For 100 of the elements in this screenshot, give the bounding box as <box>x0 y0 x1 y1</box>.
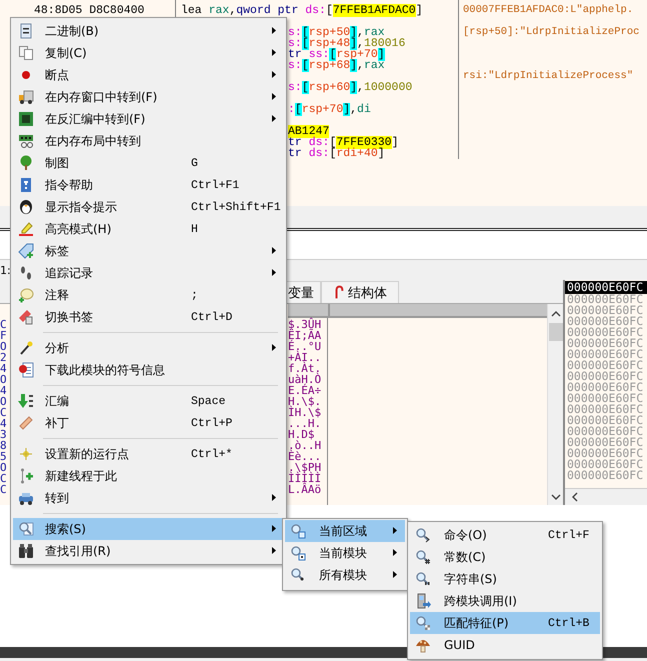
ascii-text: L.ÂAö <box>288 484 322 495</box>
download-arrow-icon <box>18 393 34 409</box>
instruction-text: tr ss:[rsp+70] <box>288 48 385 61</box>
menu-item[interactable]: 制图 G <box>13 152 284 174</box>
hex-text: F <box>0 330 8 341</box>
ascii-text: É..°U <box>288 341 322 352</box>
menu-item[interactable]: 所有模块 <box>285 564 405 586</box>
instruction-text: s:[rsp+68],rax <box>288 59 385 72</box>
menu-item[interactable]: 当前区域 <box>285 520 405 542</box>
copy-icon <box>18 45 34 61</box>
ascii-text: ...H. <box>288 418 322 429</box>
bandage-icon <box>18 415 34 431</box>
menu-item[interactable]: 二进制(B) <box>13 20 284 42</box>
menu-item[interactable]: 追踪记录 <box>13 262 284 284</box>
menu-item[interactable]: 分析 <box>13 337 284 359</box>
menu-item[interactable]: 常数(C) <box>410 546 600 568</box>
hex-text: 8 <box>0 440 8 451</box>
binary-file-icon <box>18 23 34 39</box>
search-icon <box>415 615 431 631</box>
instruction-text: s:[rsp+60],1000000 <box>288 81 412 94</box>
menu-item[interactable]: 命令(O) Ctrl+F <box>410 524 600 546</box>
menu-item[interactable]: GUID <box>410 634 600 656</box>
ascii-text: H.D$ <box>288 429 314 440</box>
menu-item[interactable]: 显示指令提示 Ctrl+Shift+F1 <box>13 196 284 218</box>
hex-text: O <box>0 374 8 385</box>
ascii-text: uàH.Ò <box>288 374 322 385</box>
instruction-text: tr ds:[7FFE0330] <box>288 136 398 149</box>
hex-text: 3 <box>0 429 8 440</box>
pin-plus-icon <box>18 468 34 484</box>
speech-bubble-icon <box>18 287 34 303</box>
menu-item[interactable]: 补丁 Ctrl+P <box>13 412 284 434</box>
footprints-icon <box>18 265 34 281</box>
tab[interactable]: 结构体 <box>321 281 399 303</box>
hex-text: 4 <box>0 418 8 429</box>
byte-codes: 48:8D05 D8C80400 <box>34 4 144 17</box>
bookmark-icon <box>18 309 34 325</box>
ascii-text: f.Àt. <box>288 363 322 374</box>
memory-module-icon <box>18 133 34 149</box>
menu-item[interactable]: 在反汇编中转到(F) <box>13 108 284 130</box>
scrollbar-thumb[interactable] <box>548 323 562 341</box>
hex-text: O <box>0 462 8 473</box>
menu-item[interactable]: 新建线程于此 <box>13 465 284 487</box>
menu-item[interactable]: 标签 <box>13 240 284 262</box>
hex-text: C <box>0 484 8 495</box>
scroll-left-icon[interactable] <box>571 492 579 502</box>
menu-item[interactable]: 切换书签 Ctrl+D <box>13 306 284 328</box>
hex-text: 2 <box>0 352 8 363</box>
menu-item[interactable]: 查找引用(R) <box>13 540 284 562</box>
document-icon <box>18 362 34 378</box>
menu-item[interactable]: 当前模块 <box>285 542 405 564</box>
ascii-text: ÌÌÌÌÌ <box>288 473 322 484</box>
ascii-text: Èè... <box>288 451 322 462</box>
menu-item[interactable]: 在内存窗口中转到(F) <box>13 86 284 108</box>
menu-item[interactable]: 下载此模块的符号信息 <box>13 359 284 381</box>
instruction-text: s:[rsp+48],180016 <box>288 37 406 50</box>
truck-icon <box>18 89 34 105</box>
ascii-text: $.3ÛH <box>288 319 322 330</box>
ascii-text: .\$PH <box>288 462 322 473</box>
stack-address[interactable]: 000000E60FC <box>565 281 647 294</box>
menu-item[interactable]: 汇编 Space <box>13 390 284 412</box>
hex-text: C <box>0 407 8 418</box>
status-text: 1: <box>0 264 11 277</box>
scrollbar[interactable] <box>547 304 563 505</box>
scrollbar[interactable] <box>565 488 647 505</box>
scroll-up-icon[interactable] <box>550 310 560 318</box>
search-icon <box>415 549 431 565</box>
menu-item[interactable]: 指令帮助 Ctrl+F1 <box>13 174 284 196</box>
ascii-text: ÌH.\$ <box>288 407 322 418</box>
hex-text: 4 <box>0 363 8 374</box>
comment-text: 00007FFEB1AFDAC0:L"apphelp. <box>463 4 634 16</box>
search-icon <box>415 571 431 587</box>
instruction-text: AB1247 <box>288 125 330 138</box>
menu-item[interactable]: 搜索(S) <box>13 518 284 540</box>
ascii-text: H.\$. <box>288 396 322 407</box>
search-icon <box>290 567 306 583</box>
menu-item[interactable]: 设置新的运行点 Ctrl+* <box>13 443 284 465</box>
menu-item[interactable]: 高亮模式(H) H <box>13 218 284 240</box>
phone-icon <box>415 593 431 609</box>
highlighter-icon <box>18 221 34 237</box>
hex-text: C <box>0 473 8 484</box>
menu-item[interactable]: 转到 <box>13 487 284 509</box>
menu-item[interactable]: 断点 <box>13 64 284 86</box>
hex-text: C <box>0 319 8 330</box>
menu-item[interactable]: 跨模块调用(I) <box>410 590 600 612</box>
menu-item[interactable]: 匹配特征(P) Ctrl+B <box>410 612 600 634</box>
menu-item[interactable]: 注释 ; <box>13 284 284 306</box>
hex-text: 4 <box>0 385 8 396</box>
tag-icon <box>18 243 34 259</box>
menu-item[interactable]: 复制(C) <box>13 42 284 64</box>
scroll-down-icon[interactable] <box>550 493 560 501</box>
magic-wand-icon <box>18 340 34 356</box>
menu-item[interactable]: 字符串(S) <box>410 568 600 590</box>
ascii-text: +ÀI.. <box>288 352 322 363</box>
ascii-text: E.ÉA÷ <box>288 385 322 396</box>
chip-icon <box>18 111 34 127</box>
mushroom-icon <box>415 637 431 653</box>
ascii-text: .ò..H <box>288 440 322 451</box>
menu-item[interactable]: 在内存布局中转到 <box>13 130 284 152</box>
instruction-text: lea rax,qword ptr ds:[7FFEB1AFDAC0] <box>181 4 423 17</box>
instruction-text: tr ds:[rdi+40] <box>288 147 385 160</box>
